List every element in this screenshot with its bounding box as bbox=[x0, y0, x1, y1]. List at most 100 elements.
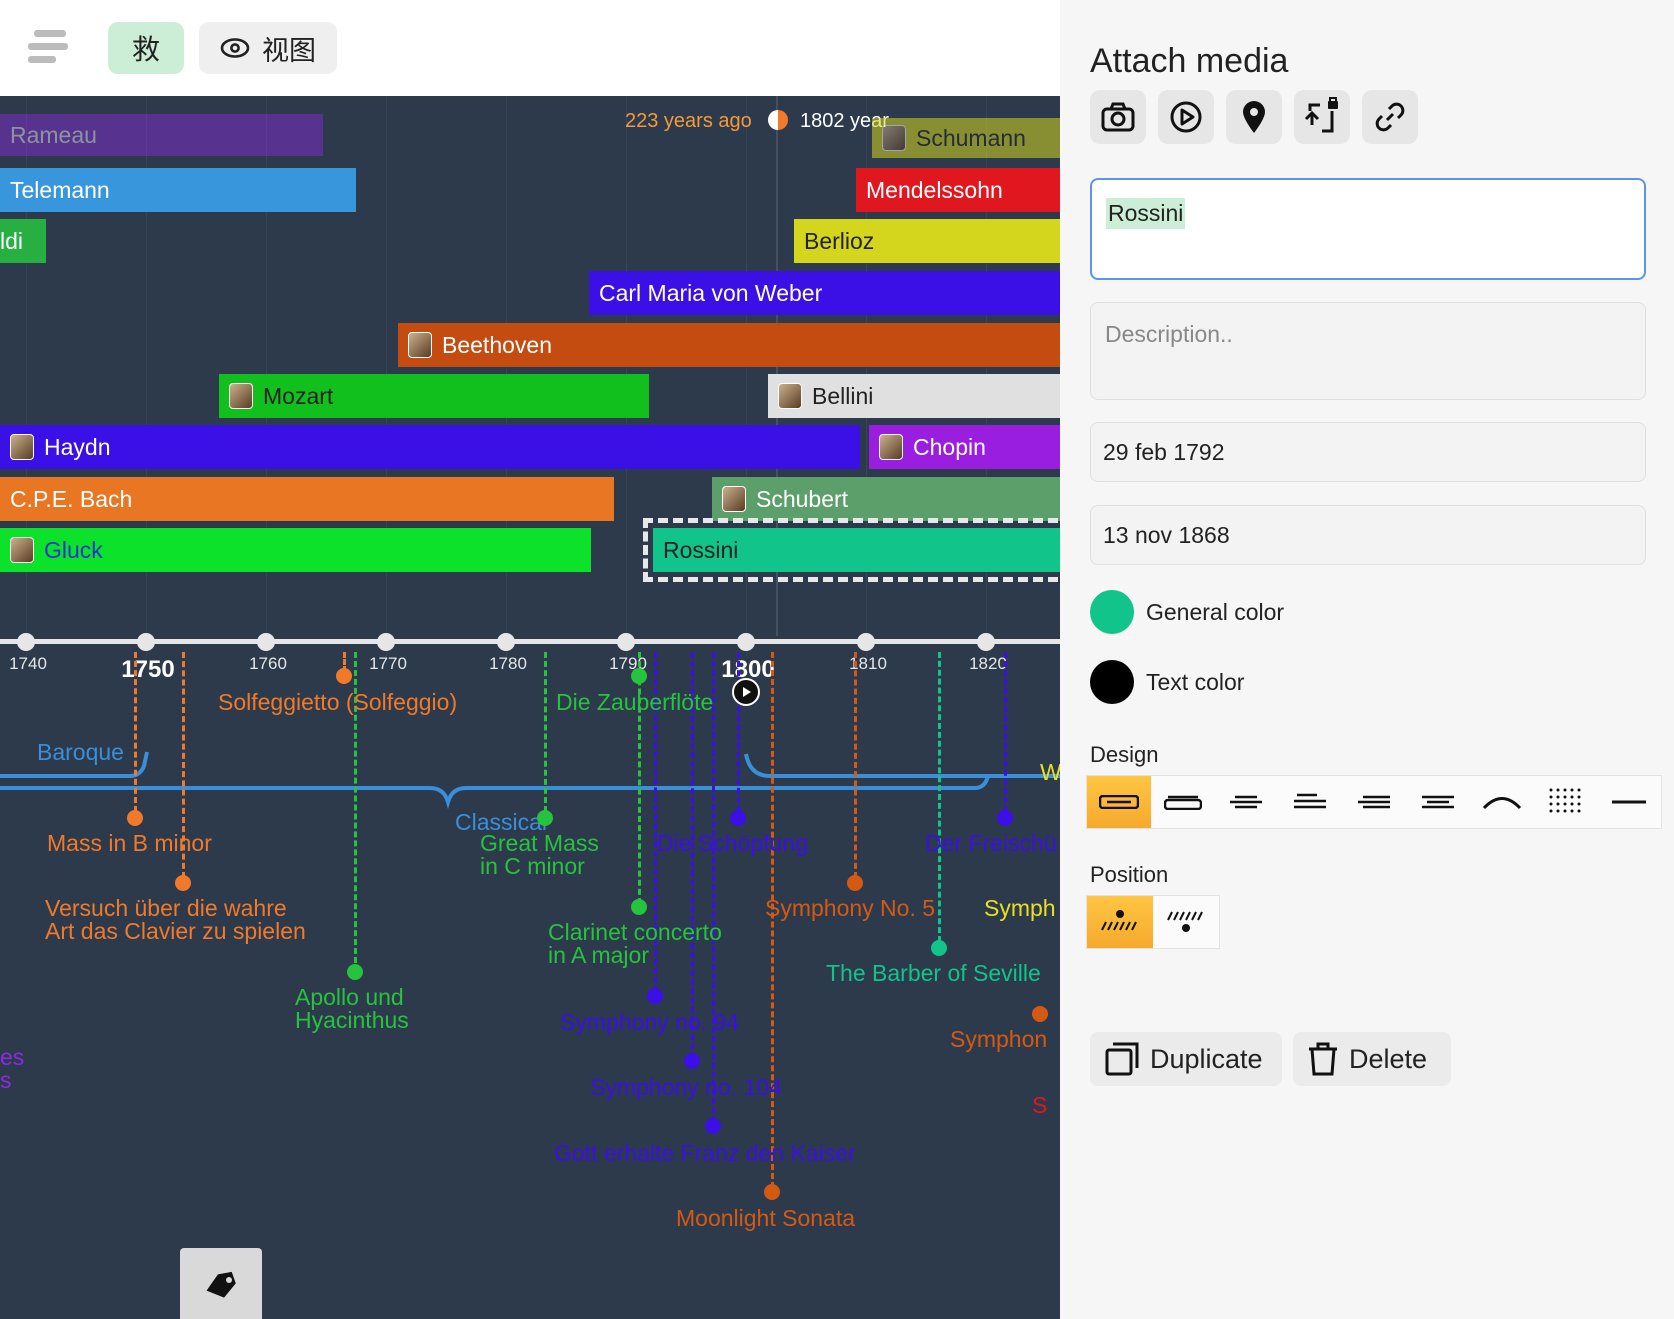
timeline-bar-schumann[interactable]: Schumann bbox=[872, 118, 1060, 158]
bar-label: Haydn bbox=[44, 433, 111, 460]
design-filled-bar[interactable] bbox=[1087, 776, 1151, 828]
timeline-bar-chopin[interactable]: Chopin bbox=[869, 425, 1060, 469]
event-cut-w[interactable]: W bbox=[1040, 761, 1060, 784]
event-dot[interactable] bbox=[631, 668, 647, 684]
view-button-label: 视图 bbox=[262, 35, 316, 67]
event-symphony-no-94[interactable]: Symphony no. 94 bbox=[560, 1011, 739, 1034]
import-button[interactable] bbox=[1294, 90, 1350, 144]
start-date-input[interactable]: 29 feb 1792 bbox=[1090, 422, 1646, 482]
portrait-icon bbox=[879, 434, 903, 460]
timeline-bar-berlioz[interactable]: Berlioz bbox=[794, 219, 1060, 263]
general-color-swatch[interactable] bbox=[1090, 590, 1134, 634]
event-cut-left[interactable]: es s bbox=[0, 1046, 24, 1092]
text-color-swatch[interactable] bbox=[1090, 660, 1134, 704]
design-single-line[interactable] bbox=[1597, 776, 1661, 828]
timeline-canvas[interactable]: 223 years ago 1802 year Rameau Schumann … bbox=[0, 96, 1060, 1319]
event-mass-in-b-minor[interactable]: Mass in B minor bbox=[47, 832, 212, 855]
location-button[interactable] bbox=[1226, 90, 1282, 144]
timeline-bar-mozart[interactable]: Mozart bbox=[219, 374, 649, 418]
event-barber-of-seville[interactable]: The Barber of Seville bbox=[826, 962, 1041, 985]
menu-icon[interactable] bbox=[28, 30, 70, 66]
event-die-zauberflote[interactable]: Die Zauberflöte bbox=[556, 691, 713, 714]
timeline-bar-vivaldi[interactable]: ldi bbox=[0, 219, 46, 263]
event-dot[interactable] bbox=[347, 964, 363, 980]
event-dot[interactable] bbox=[705, 1118, 721, 1134]
description-input[interactable]: Description.. bbox=[1090, 302, 1646, 400]
timeline-bar-telemann[interactable]: Telemann bbox=[0, 168, 356, 212]
import-locked-icon bbox=[1304, 97, 1338, 133]
position-above[interactable] bbox=[1087, 896, 1153, 948]
timeline-bar-bellini[interactable]: Bellini bbox=[768, 374, 1060, 418]
event-versuch[interactable]: Versuch über die wahre Art das Clavier zu… bbox=[45, 897, 306, 943]
bar-label: C.P.E. Bach bbox=[10, 485, 133, 512]
axis-tick bbox=[137, 633, 155, 651]
axis-tick bbox=[857, 633, 875, 651]
timeline-bar-rossini[interactable]: Rossini bbox=[653, 528, 1060, 572]
bar-label: Mendelssohn bbox=[866, 176, 1003, 203]
portrait-icon bbox=[10, 537, 34, 563]
event-dot[interactable] bbox=[931, 940, 947, 956]
timeline-bar-haydn[interactable]: Haydn bbox=[0, 425, 860, 469]
tags-button[interactable] bbox=[180, 1248, 262, 1319]
event-gott-erhalte[interactable]: Gott erhalte Franz den Kaiser bbox=[554, 1142, 856, 1165]
event-clarinet-concerto[interactable]: Clarinet concerto in A major bbox=[548, 921, 722, 967]
event-dot[interactable] bbox=[537, 810, 553, 826]
general-color-row[interactable]: General color bbox=[1090, 590, 1284, 634]
design-box-lines[interactable] bbox=[1406, 776, 1470, 828]
event-symphonie-fantastique[interactable]: Symph bbox=[984, 897, 1056, 920]
design-right-lines[interactable] bbox=[1342, 776, 1406, 828]
design-centered-lines[interactable] bbox=[1215, 776, 1279, 828]
design-dotted-grid[interactable] bbox=[1533, 776, 1597, 828]
event-symphony-no-104[interactable]: Symphony no. 104 bbox=[590, 1076, 782, 1099]
axis-tick bbox=[17, 633, 35, 651]
text-color-row[interactable]: Text color bbox=[1090, 660, 1244, 704]
delete-button[interactable]: Delete bbox=[1293, 1032, 1451, 1086]
event-moonlight-sonata[interactable]: Moonlight Sonata bbox=[676, 1207, 855, 1230]
event-der-freischutz[interactable]: Der Freischü bbox=[925, 832, 1057, 855]
portrait-icon bbox=[882, 125, 906, 151]
event-solfeggietto[interactable]: Solfeggietto (Solfeggio) bbox=[218, 691, 457, 714]
play-media-icon[interactable] bbox=[732, 678, 760, 706]
event-dot[interactable] bbox=[730, 810, 746, 826]
design-outline-bar[interactable] bbox=[1151, 776, 1215, 828]
timeline-bar-beethoven[interactable]: Beethoven bbox=[398, 323, 1060, 367]
timeline-bar-weber[interactable]: Carl Maria von Weber bbox=[589, 271, 1060, 315]
timeline-bar-schubert[interactable]: Schubert bbox=[712, 477, 1060, 521]
event-dot[interactable] bbox=[631, 899, 647, 915]
event-dot[interactable] bbox=[127, 810, 143, 826]
event-dot[interactable] bbox=[336, 668, 352, 684]
event-die-schopfung[interactable]: Die Schöpfung bbox=[657, 832, 808, 855]
event-symphony-no-5[interactable]: Symphony No. 5 bbox=[765, 897, 935, 920]
duplicate-button[interactable]: Duplicate bbox=[1090, 1032, 1282, 1086]
event-cut-s[interactable]: S bbox=[1032, 1094, 1047, 1117]
event-dot[interactable] bbox=[847, 875, 863, 891]
event-dot[interactable] bbox=[647, 988, 663, 1004]
event-dot[interactable] bbox=[175, 875, 191, 891]
link-button[interactable] bbox=[1362, 90, 1418, 144]
timeline-bar-rameau[interactable]: Rameau bbox=[0, 114, 323, 156]
eye-icon bbox=[220, 38, 250, 58]
end-date-input[interactable]: 13 nov 1868 bbox=[1090, 505, 1646, 565]
event-great-mass[interactable]: Great Mass in C minor bbox=[480, 832, 599, 878]
event-dot[interactable] bbox=[997, 810, 1013, 826]
view-button[interactable]: 视图 bbox=[199, 22, 337, 74]
event-apollo-und-hyacinthus[interactable]: Apollo und Hyacinthus bbox=[295, 986, 409, 1032]
event-dot[interactable] bbox=[684, 1053, 700, 1069]
event-dot[interactable] bbox=[1032, 1006, 1048, 1022]
position-below[interactable] bbox=[1153, 896, 1219, 948]
video-button[interactable] bbox=[1158, 90, 1214, 144]
design-arc[interactable] bbox=[1470, 776, 1534, 828]
camera-button[interactable] bbox=[1090, 90, 1146, 144]
panel-title: Attach media bbox=[1090, 42, 1289, 80]
timeline-bar-mendelssohn[interactable]: Mendelssohn bbox=[856, 168, 1060, 212]
name-input[interactable]: Rossini bbox=[1090, 178, 1646, 280]
event-symphony-right[interactable]: Symphon bbox=[950, 1028, 1047, 1051]
period-baroque[interactable]: Baroque bbox=[37, 741, 124, 764]
event-dot[interactable] bbox=[764, 1184, 780, 1200]
top-toolbar: 救 视图 bbox=[0, 0, 1060, 96]
timeline-bar-cpe-bach[interactable]: C.P.E. Bach bbox=[0, 477, 614, 521]
portrait-icon bbox=[229, 383, 253, 409]
timeline-bar-gluck[interactable]: Gluck bbox=[0, 528, 591, 572]
save-button[interactable]: 救 bbox=[108, 22, 184, 74]
design-top-lines[interactable] bbox=[1278, 776, 1342, 828]
